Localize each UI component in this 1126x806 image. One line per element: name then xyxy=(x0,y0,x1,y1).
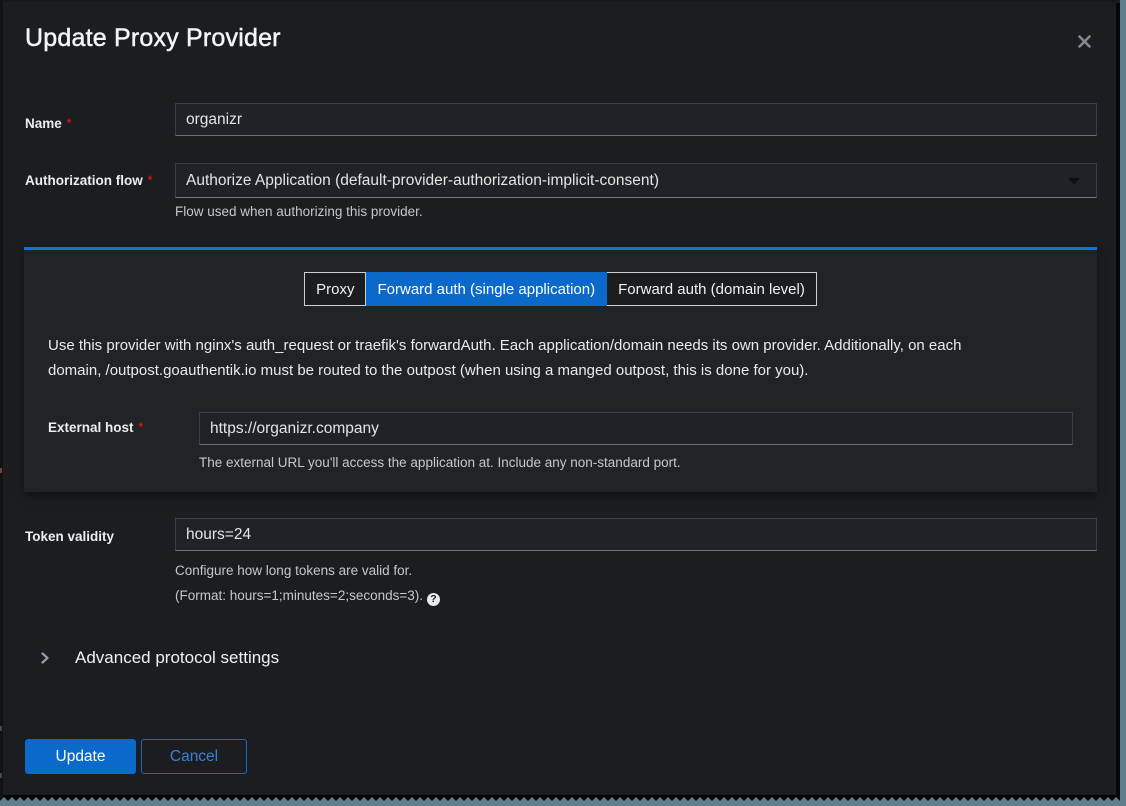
close-button[interactable] xyxy=(1073,31,1095,52)
modal-title: Update Proxy Provider xyxy=(25,24,281,53)
advanced-protocol-settings-label: Advanced protocol settings xyxy=(75,648,279,668)
backdrop-top-edge xyxy=(3,0,1117,2)
required-asterisk: * xyxy=(67,116,72,130)
token-validity-label: Token validity xyxy=(25,529,173,544)
proxy-mode-toggle-group: Proxy Forward auth (single application) … xyxy=(24,272,1097,306)
authorization-flow-label: Authorization flow* xyxy=(25,173,173,188)
forward-auth-description: Use this provider with nginx's auth_requ… xyxy=(48,333,993,383)
token-validity-format-help: (Format: hours=1;minutes=2;seconds=3).? xyxy=(175,588,440,606)
token-validity-input[interactable] xyxy=(175,518,1097,551)
advanced-protocol-settings-expander[interactable]: Advanced protocol settings xyxy=(25,645,279,671)
authorization-flow-help: Flow used when authorizing this provider… xyxy=(175,204,423,219)
authorization-flow-value: Authorize Application (default-provider-… xyxy=(186,172,659,190)
name-label: Name* xyxy=(25,116,173,131)
close-icon xyxy=(1078,35,1091,48)
token-validity-help: Configure how long tokens are valid for. xyxy=(175,563,412,578)
required-asterisk: * xyxy=(139,420,144,434)
authorization-flow-select[interactable]: Authorize Application (default-provider-… xyxy=(175,163,1097,198)
external-host-help: The external URL you'll access the appli… xyxy=(199,455,681,470)
chevron-right-icon xyxy=(39,652,51,664)
backdrop-left-edge xyxy=(0,0,3,806)
backdrop-artifact xyxy=(0,726,2,731)
backdrop-artifact xyxy=(0,468,2,473)
update-button[interactable]: Update xyxy=(25,739,136,774)
tab-proxy[interactable]: Proxy xyxy=(304,272,366,306)
external-host-label: External host* xyxy=(48,420,196,435)
name-input[interactable] xyxy=(175,103,1097,136)
caret-down-icon xyxy=(1068,178,1080,185)
external-host-input[interactable] xyxy=(199,412,1073,445)
provider-mode-card: Proxy Forward auth (single application) … xyxy=(24,247,1097,492)
backdrop-artifact xyxy=(0,773,2,778)
cancel-button[interactable]: Cancel xyxy=(141,739,247,774)
tab-forward-auth-domain[interactable]: Forward auth (domain level) xyxy=(607,272,817,306)
tab-forward-auth-single[interactable]: Forward auth (single application) xyxy=(366,272,607,306)
frame-right-edge xyxy=(1120,0,1126,806)
question-circle-icon[interactable]: ? xyxy=(427,593,440,606)
required-asterisk: * xyxy=(148,173,153,187)
